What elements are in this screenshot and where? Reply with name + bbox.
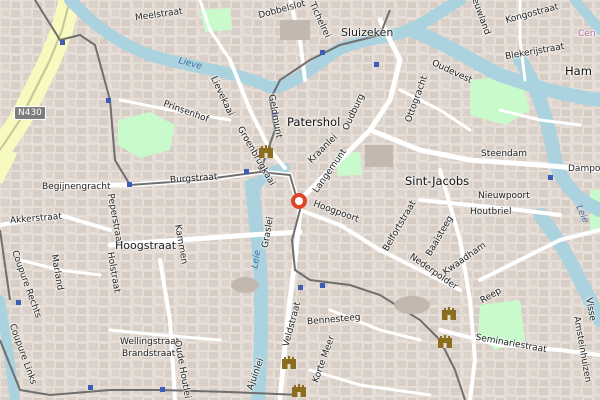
- label-steendam: Steendam: [481, 149, 528, 159]
- castle-icon[interactable]: [281, 354, 297, 370]
- label-cen: Cen: [578, 29, 596, 39]
- label-ham: Ham: [565, 64, 592, 78]
- castle-icon[interactable]: [258, 143, 274, 159]
- label-houtbriel: Houtbriel: [470, 207, 512, 217]
- castle-icon[interactable]: [441, 305, 457, 321]
- label-dampoort: Dampo: [568, 164, 600, 174]
- label-sluizeken: Sluizeken: [341, 26, 394, 39]
- label-wellingstraat: Wellingstraat: [120, 337, 180, 347]
- label-sint-jacobs: Sint-Jacobs: [405, 174, 470, 188]
- label-hoogstraat: Hoogstraat: [115, 239, 177, 252]
- castle-icon[interactable]: [291, 382, 307, 398]
- label-begijnengracht: Begijnengracht: [42, 182, 111, 192]
- map-canvas[interactable]: N430 Meelstraat Dobbelslot Tichelrei Slu…: [0, 0, 600, 400]
- label-nieuwpoort: Nieuwpoort: [478, 191, 530, 201]
- label-patershol: Patershol: [287, 115, 341, 129]
- label-brandstraat: Brandstraat: [122, 349, 176, 359]
- castle-icon[interactable]: [437, 333, 453, 349]
- location-pin-icon[interactable]: [289, 191, 309, 211]
- road-shield-n430: N430: [14, 106, 46, 120]
